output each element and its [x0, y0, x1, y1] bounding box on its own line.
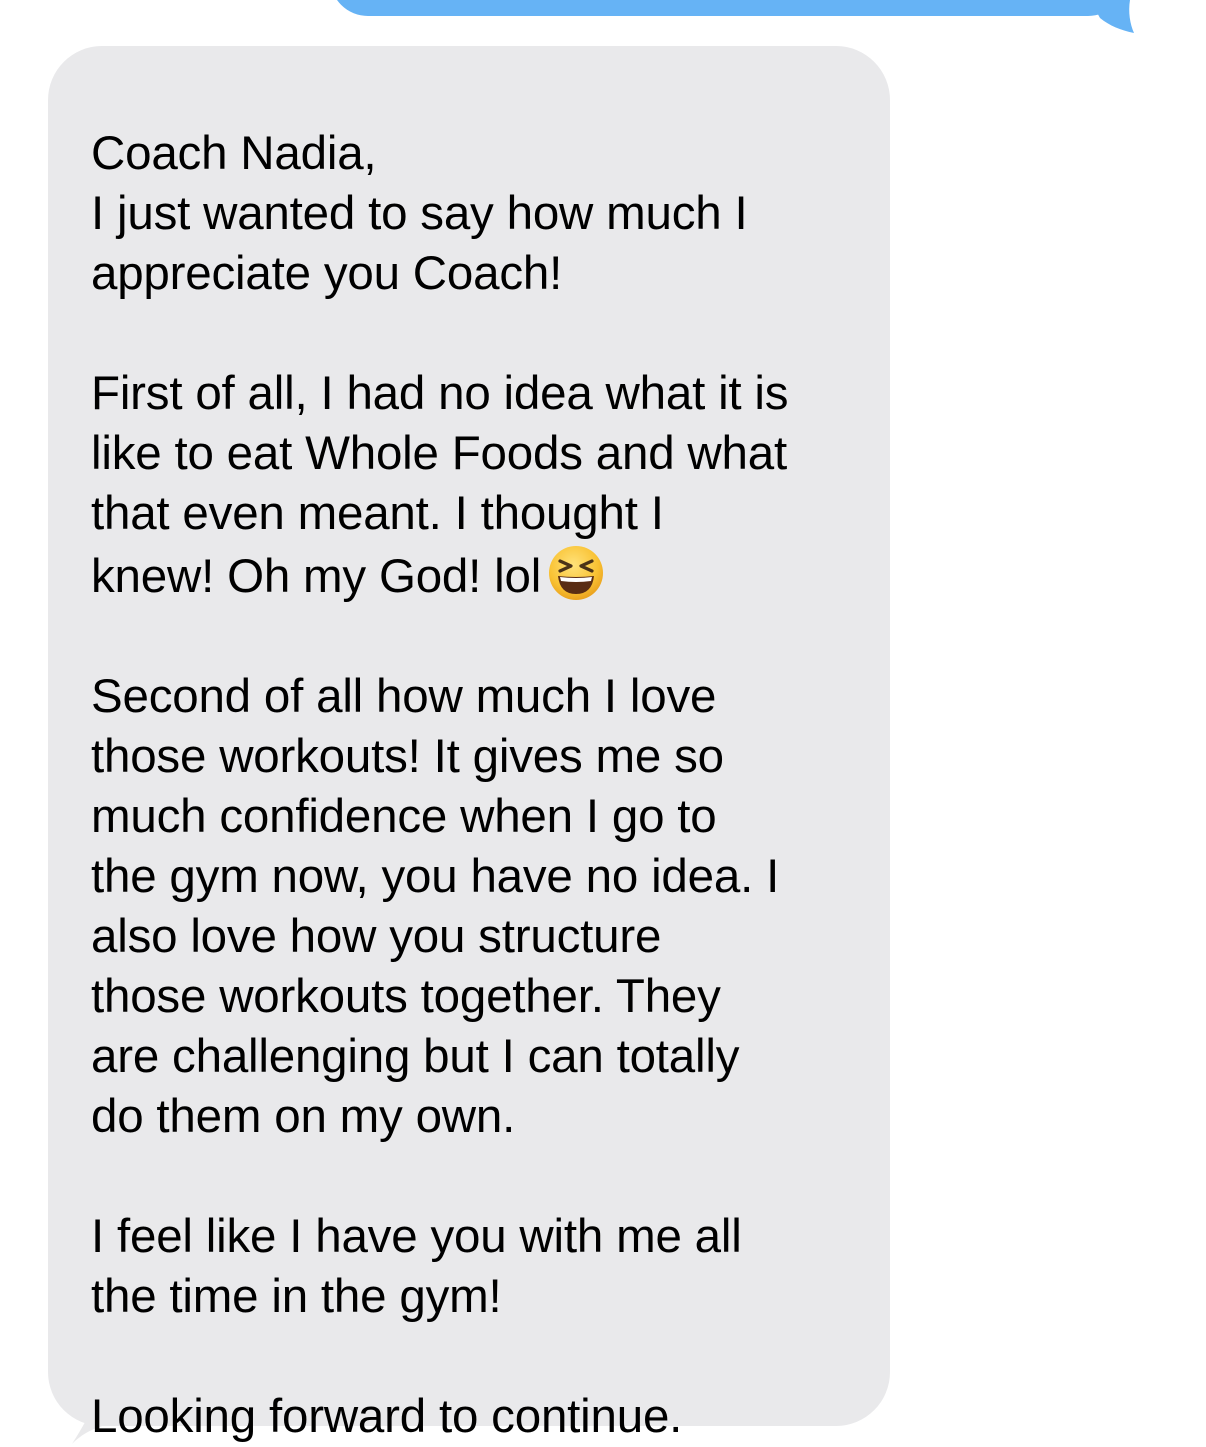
greeting-line: Coach Nadia, — [91, 127, 377, 180]
received-message-bubble[interactable]: Coach Nadia, I just wanted to say how mu… — [48, 46, 890, 1443]
sent-message-bubble[interactable] — [330, 0, 1126, 16]
message-line: that even meant. I thought I — [91, 487, 664, 540]
message-line: I just wanted to say how much I — [91, 187, 748, 240]
message-line: Looking forward to continue. — [91, 1390, 683, 1443]
message-line: much confidence when I go to — [91, 790, 717, 843]
message-line: I feel like I have you with me all — [91, 1210, 742, 1263]
message-line: those workouts! It gives me so — [91, 730, 724, 783]
message-line: the time in the gym! — [91, 1270, 502, 1323]
message-line: knew! Oh my God! lol — [91, 550, 542, 603]
message-line: those workouts together. They — [91, 970, 721, 1023]
laughing-squinting-face-icon — [549, 546, 604, 600]
message-line-with-emoji: knew! Oh my God! lol — [91, 544, 860, 607]
sent-bubble-tail — [1090, 0, 1134, 33]
message-line: the gym now, you have no idea. I — [91, 850, 780, 903]
message-line: like to eat Whole Foods and what — [91, 427, 787, 480]
message-text: Coach Nadia, I just wanted to say how mu… — [91, 124, 860, 1447]
message-line: Second of all how much I love — [91, 670, 717, 723]
message-line: appreciate you Coach! — [91, 247, 563, 300]
message-line: do them on my own. — [91, 1090, 516, 1143]
message-line: First of all, I had no idea what it is — [91, 367, 789, 420]
message-line: are challenging but I can totally — [91, 1030, 740, 1083]
message-line: also love how you structure — [91, 910, 662, 963]
